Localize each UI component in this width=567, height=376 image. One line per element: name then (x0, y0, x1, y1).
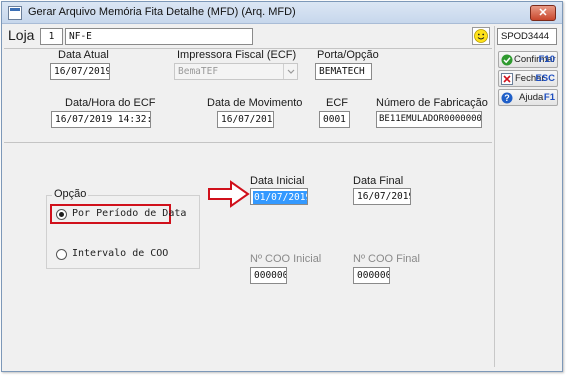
impressora-label: Impressora Fiscal (ECF) (177, 49, 297, 61)
chevron-down-icon[interactable] (283, 64, 297, 79)
data-movimento-label: Data de Movimento (207, 97, 303, 109)
porta-label: Porta/Opção (317, 49, 379, 61)
app-icon (8, 6, 22, 20)
fechar-key: ESC (535, 73, 555, 84)
ajuda-label: Ajuda (519, 92, 544, 103)
data-movimento-field: 16/07/2019 (217, 111, 274, 128)
ajuda-button[interactable]: ? Ajuda F1 (498, 89, 558, 106)
radio-periodo-data-label[interactable]: Por Período de Data (72, 208, 186, 219)
check-icon (501, 54, 513, 66)
ecf-label: ECF (326, 97, 348, 109)
data-atual-label: Data Atual (58, 49, 109, 61)
radio-intervalo-coo-label[interactable]: Intervalo de COO (72, 248, 168, 259)
data-hora-ecf-label: Data/Hora do ECF (65, 97, 156, 109)
data-final-label: Data Final (353, 175, 404, 187)
ecf-field: 0001 (319, 111, 350, 128)
impressora-select[interactable]: BemaTEF (174, 63, 298, 80)
smiley-icon[interactable] (472, 27, 490, 45)
section-divider (4, 142, 492, 143)
coo-inicial-field[interactable]: 000000 (250, 267, 287, 284)
loja-label: Loja (8, 27, 35, 43)
data-atual-field: 16/07/2019 (50, 63, 110, 80)
data-hora-ecf-field: 16/07/2019 14:32:03 (51, 111, 151, 128)
data-inicial-label: Data Inicial (250, 175, 305, 187)
porta-field: BEMATECH (315, 63, 372, 80)
coo-final-field[interactable]: 000000 (353, 267, 390, 284)
loja-name-field[interactable]: NF-E (65, 28, 253, 45)
window-title: Gerar Arquivo Memória Fita Detalhe (MFD)… (28, 6, 296, 18)
svg-text:?: ? (504, 93, 510, 103)
fechar-button[interactable]: Fechar ESC (498, 70, 558, 87)
arrow-right-icon (207, 180, 251, 208)
numero-fabricacao-field: BE11EMULADOR00000000 (376, 111, 482, 128)
radio-periodo-data[interactable] (56, 209, 67, 220)
data-inicial-field[interactable]: 01/07/2019 (250, 188, 308, 205)
data-inicial-selected-text: 01/07/2019 (253, 191, 307, 204)
data-final-field[interactable]: 16/07/2019 (353, 188, 411, 205)
help-icon: ? (501, 92, 513, 104)
confirmar-key: F10 (538, 54, 555, 65)
title-bar[interactable]: Gerar Arquivo Memória Fita Detalhe (MFD)… (2, 2, 562, 24)
confirmar-button[interactable]: Confirmar F10 (498, 51, 558, 68)
loja-code-field[interactable]: 1 (40, 28, 63, 45)
close-icon (501, 73, 513, 85)
store-code-field: SPOD3444 (497, 28, 557, 45)
action-sidebar: SPOD3444 Confirmar F10 Fechar ESC ? Ajud… (494, 26, 558, 367)
close-button[interactable]: ✕ (530, 5, 556, 21)
ajuda-key: F1 (543, 92, 555, 103)
opcao-legend: Opção (52, 188, 89, 200)
numero-fabricacao-label: Número de Fabricação (376, 97, 488, 109)
coo-final-label: Nº COO Final (353, 253, 420, 265)
coo-inicial-label: Nº COO Inicial (250, 253, 322, 265)
radio-intervalo-coo[interactable] (56, 249, 67, 260)
form-area: Loja 1 NF-E Data Atual 16/07/2019 Impres… (4, 26, 492, 367)
